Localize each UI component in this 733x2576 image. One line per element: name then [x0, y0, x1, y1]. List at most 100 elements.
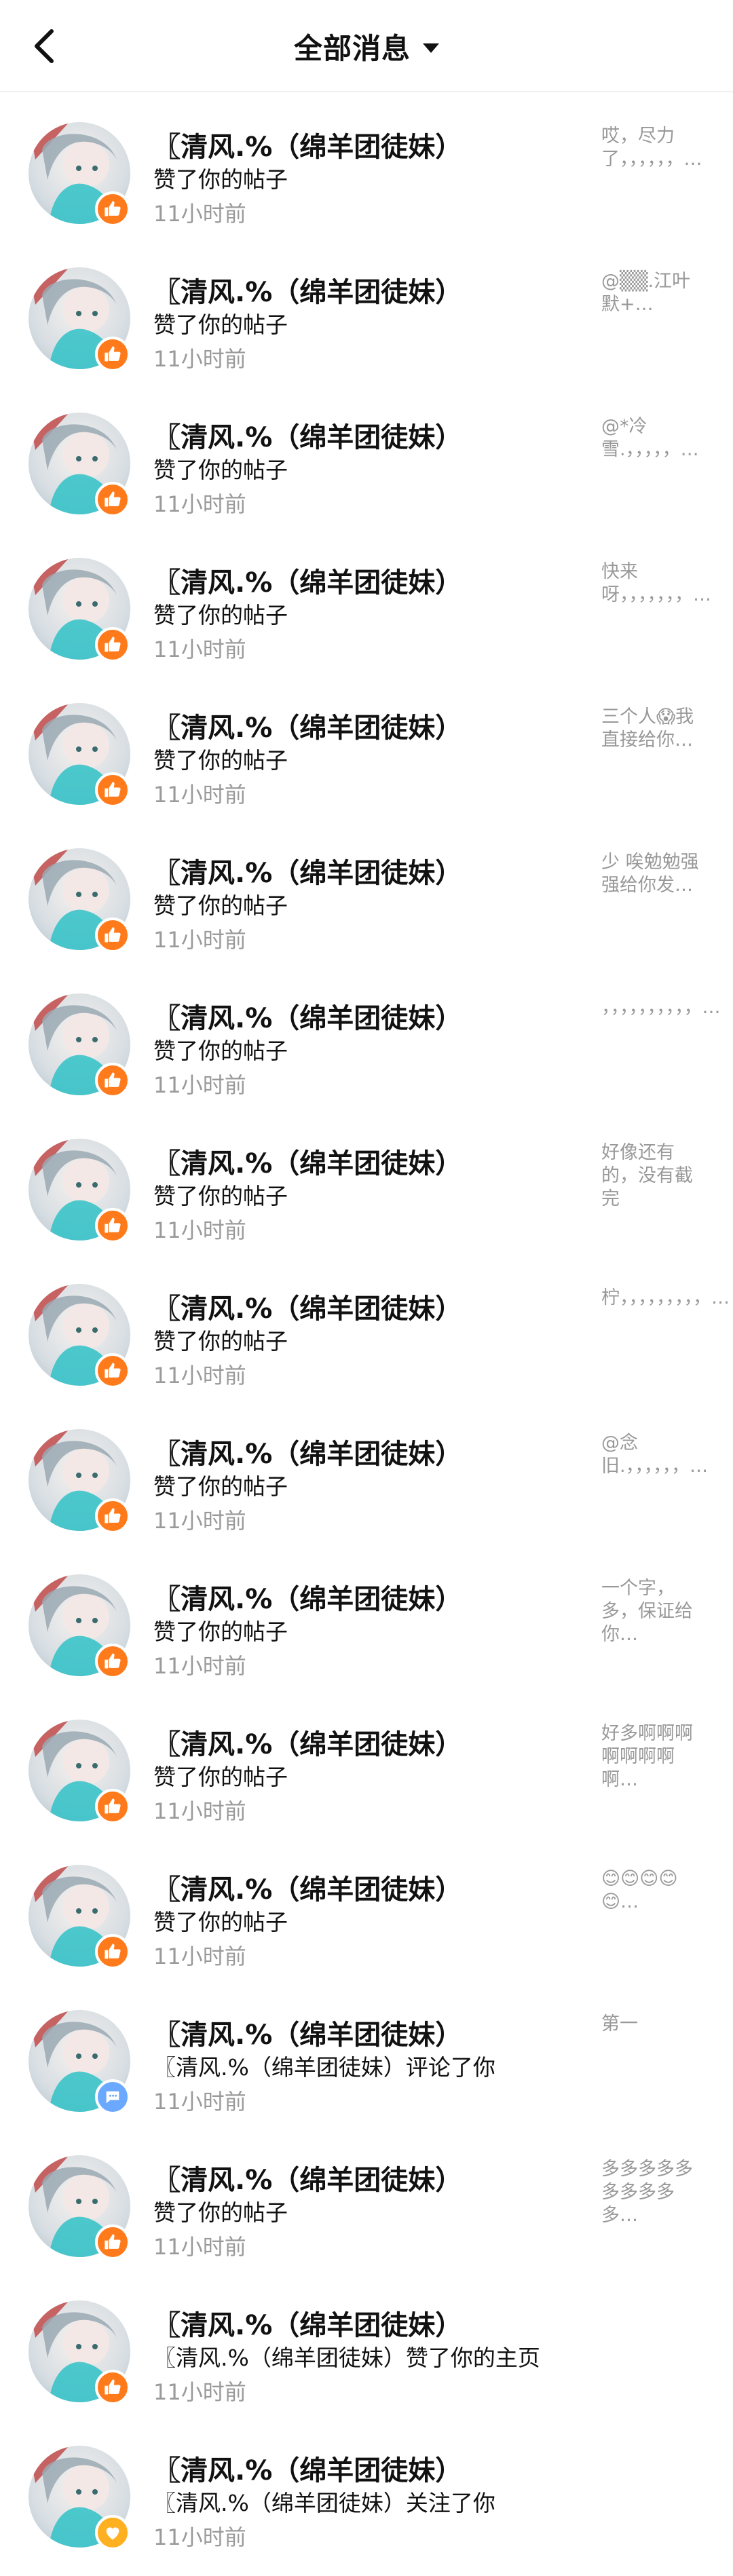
- notification-action: 赞了你的帖子: [153, 602, 288, 628]
- notification-action: 赞了你的帖子: [153, 747, 288, 774]
- like-badge: [95, 482, 130, 517]
- like-badge: [95, 1063, 130, 1098]
- timestamp: 11小时前: [153, 1653, 246, 1679]
- like-badge: [95, 191, 130, 227]
- thumbs-up-icon: [105, 2379, 121, 2395]
- post-preview[interactable]: 快来呀，，，，，，，…: [601, 561, 711, 607]
- comment-icon: [106, 2091, 119, 2104]
- notification-item[interactable]: 〖清风.%（绵羊团徒妹） 赞了你的帖子 11小时前 @念旧.，，，，，，…: [0, 1399, 733, 1545]
- timestamp: 11小时前: [153, 2234, 246, 2260]
- notification-action: 赞了你的帖子: [153, 1618, 288, 1645]
- sender-name[interactable]: 〖清风.%（绵羊团徒妹）: [153, 125, 462, 164]
- notification-action: 赞了你的帖子: [153, 1183, 288, 1209]
- sender-name[interactable]: 〖清风.%（绵羊团徒妹）: [153, 1868, 462, 1907]
- notification-action: 〖清风.%（绵羊团徒妹）关注了你: [153, 2490, 495, 2516]
- like-badge: [95, 1498, 130, 1534]
- timestamp: 11小时前: [153, 637, 246, 662]
- sender-name[interactable]: 〖清风.%（绵羊团徒妹）: [153, 1722, 462, 1762]
- notification-item[interactable]: 〖清风.%（绵羊团徒妹） 赞了你的帖子 11小时前 😊😊😊😊😊…: [0, 1835, 733, 1980]
- sender-name[interactable]: 〖清风.%（绵羊团徒妹）: [153, 2158, 462, 2197]
- notification-item[interactable]: 〖清风.%（绵羊团徒妹） 赞了你的帖子 11小时前 三个人😱我直接给你…: [0, 673, 733, 818]
- sender-name[interactable]: 〖清风.%（绵羊团徒妹）: [153, 706, 462, 745]
- sender-name[interactable]: 〖清风.%（绵羊团徒妹）: [153, 415, 462, 455]
- thumbs-up-icon: [105, 201, 121, 216]
- post-preview[interactable]: 少 唉勉勉强强给你发…: [601, 851, 704, 897]
- sender-name[interactable]: 〖清风.%（绵羊团徒妹）: [153, 1432, 462, 1471]
- like-badge: [95, 2370, 130, 2405]
- thumbs-up-icon: [105, 1363, 121, 1378]
- sender-name[interactable]: 〖清风.%（绵羊团徒妹）: [153, 1141, 462, 1181]
- post-preview[interactable]: 三个人😱我直接给你…: [601, 706, 704, 752]
- notification-item[interactable]: 〖清风.%（绵羊团徒妹） 赞了你的帖子 11小时前 好像还有的，没有截完: [0, 1109, 733, 1254]
- heart-icon: [106, 2527, 119, 2540]
- post-preview[interactable]: @▒▒.江叶默+…: [601, 270, 704, 316]
- thumbs-up-icon: [105, 2234, 121, 2250]
- comment-badge: [95, 2079, 130, 2115]
- like-badge: [95, 1934, 130, 1969]
- notification-list: 〖清风.%（绵羊团徒妹） 赞了你的帖子 11小时前 哎，尽力了，，，，，，… 〖…: [0, 92, 733, 2561]
- like-badge: [95, 1644, 130, 1679]
- like-badge: [95, 2224, 130, 2260]
- timestamp: 11小时前: [153, 201, 246, 227]
- notification-item[interactable]: 〖清风.%（绵羊团徒妹） 〖清风.%（绵羊团徒妹）关注了你 11小时前: [0, 2416, 733, 2561]
- post-preview[interactable]: ，，，，，，，，，，…: [601, 996, 721, 1019]
- like-badge: [95, 1353, 130, 1388]
- sender-name[interactable]: 〖清风.%（绵羊团徒妹）: [153, 2303, 462, 2343]
- notification-item[interactable]: 〖清风.%（绵羊团徒妹） 赞了你的帖子 11小时前 哎，尽力了，，，，，，…: [0, 92, 733, 238]
- post-preview[interactable]: 柠，，，，，，，，，…: [601, 1287, 730, 1310]
- sender-name[interactable]: 〖清风.%（绵羊团徒妹）: [153, 1287, 462, 1326]
- notification-action: 赞了你的帖子: [153, 166, 288, 193]
- notification-item[interactable]: 〖清风.%（绵羊团徒妹） 赞了你的帖子 11小时前 多多多多多多多多多多…: [0, 2125, 733, 2271]
- timestamp: 11小时前: [153, 927, 246, 953]
- sender-name[interactable]: 〖清风.%（绵羊团徒妹）: [153, 1577, 462, 1616]
- sender-name[interactable]: 〖清风.%（绵羊团徒妹）: [153, 561, 462, 600]
- notification-action: 赞了你的帖子: [153, 2199, 288, 2226]
- post-preview[interactable]: 一个字，多，保证给你…: [601, 1577, 704, 1646]
- post-preview[interactable]: 第一: [601, 2013, 704, 2036]
- caret-down-icon: [423, 43, 439, 53]
- post-preview[interactable]: 多多多多多多多多多多…: [601, 2158, 704, 2227]
- notification-action: 赞了你的帖子: [153, 1764, 288, 1790]
- notification-action: 赞了你的帖子: [153, 892, 288, 919]
- notification-item[interactable]: 〖清风.%（绵羊团徒妹） 〖清风.%（绵羊团徒妹）评论了你 11小时前 第一: [0, 1980, 733, 2125]
- timestamp: 11小时前: [153, 2089, 246, 2115]
- post-preview[interactable]: @*冷雪.，，，，，…: [601, 415, 704, 461]
- post-preview[interactable]: 哎，尽力了，，，，，，…: [601, 125, 704, 171]
- notification-item[interactable]: 〖清风.%（绵羊团徒妹） 赞了你的帖子 11小时前 柠，，，，，，，，，…: [0, 1254, 733, 1399]
- top-bar: 全部消息: [0, 0, 733, 92]
- notification-item[interactable]: 〖清风.%（绵羊团徒妹） 赞了你的帖子 11小时前 @▒▒.江叶默+…: [0, 238, 733, 383]
- notification-item[interactable]: 〖清风.%（绵羊团徒妹） 赞了你的帖子 11小时前 好多啊啊啊啊啊啊啊啊…: [0, 1690, 733, 1835]
- notification-action: 赞了你的帖子: [153, 311, 288, 338]
- sender-name[interactable]: 〖清风.%（绵羊团徒妹）: [153, 851, 462, 890]
- like-badge: [95, 917, 130, 953]
- post-preview[interactable]: 好像还有的，没有截完: [601, 1141, 704, 1211]
- timestamp: 11小时前: [153, 1363, 246, 1388]
- notification-item[interactable]: 〖清风.%（绵羊团徒妹） 赞了你的帖子 11小时前 @*冷雪.，，，，，…: [0, 383, 733, 528]
- post-preview[interactable]: @念旧.，，，，，，…: [601, 1432, 708, 1478]
- timestamp: 11小时前: [153, 2379, 246, 2405]
- sender-name[interactable]: 〖清风.%（绵羊团徒妹）: [153, 2013, 462, 2052]
- notification-item[interactable]: 〖清风.%（绵羊团徒妹） 赞了你的帖子 11小时前 一个字，多，保证给你…: [0, 1545, 733, 1690]
- notification-action: 〖清风.%（绵羊团徒妹）评论了你: [153, 2054, 495, 2081]
- notification-item[interactable]: 〖清风.%（绵羊团徒妹） 赞了你的帖子 11小时前 ，，，，，，，，，，…: [0, 964, 733, 1109]
- page-title: 全部消息: [293, 31, 411, 65]
- sender-name[interactable]: 〖清风.%（绵羊团徒妹）: [153, 996, 462, 1036]
- notification-item[interactable]: 〖清风.%（绵羊团徒妹） 赞了你的帖子 11小时前 少 唉勉勉强强给你发…: [0, 818, 733, 964]
- timestamp: 11小时前: [153, 491, 246, 517]
- notification-item[interactable]: 〖清风.%（绵羊团徒妹） 赞了你的帖子 11小时前 快来呀，，，，，，，…: [0, 528, 733, 673]
- notification-item[interactable]: 〖清风.%（绵羊团徒妹） 〖清风.%（绵羊团徒妹）赞了你的主页 11小时前: [0, 2271, 733, 2416]
- sender-name[interactable]: 〖清风.%（绵羊团徒妹）: [153, 2448, 462, 2488]
- timestamp: 11小时前: [153, 1944, 246, 1969]
- post-preview[interactable]: 好多啊啊啊啊啊啊啊啊…: [601, 1722, 704, 1792]
- sender-name[interactable]: 〖清风.%（绵羊团徒妹）: [153, 270, 462, 309]
- timestamp: 11小时前: [153, 1072, 246, 1098]
- like-badge: [95, 1789, 130, 1824]
- thumbs-up-icon: [105, 927, 121, 943]
- like-badge: [95, 627, 130, 662]
- timestamp: 11小时前: [153, 346, 246, 372]
- notification-action: 〖清风.%（绵羊团徒妹）赞了你的主页: [153, 2345, 540, 2371]
- thumbs-up-icon: [105, 782, 121, 797]
- message-filter-dropdown[interactable]: 全部消息: [0, 0, 733, 92]
- timestamp: 11小时前: [153, 2524, 246, 2550]
- post-preview[interactable]: 😊😊😊😊😊…: [601, 1868, 704, 1914]
